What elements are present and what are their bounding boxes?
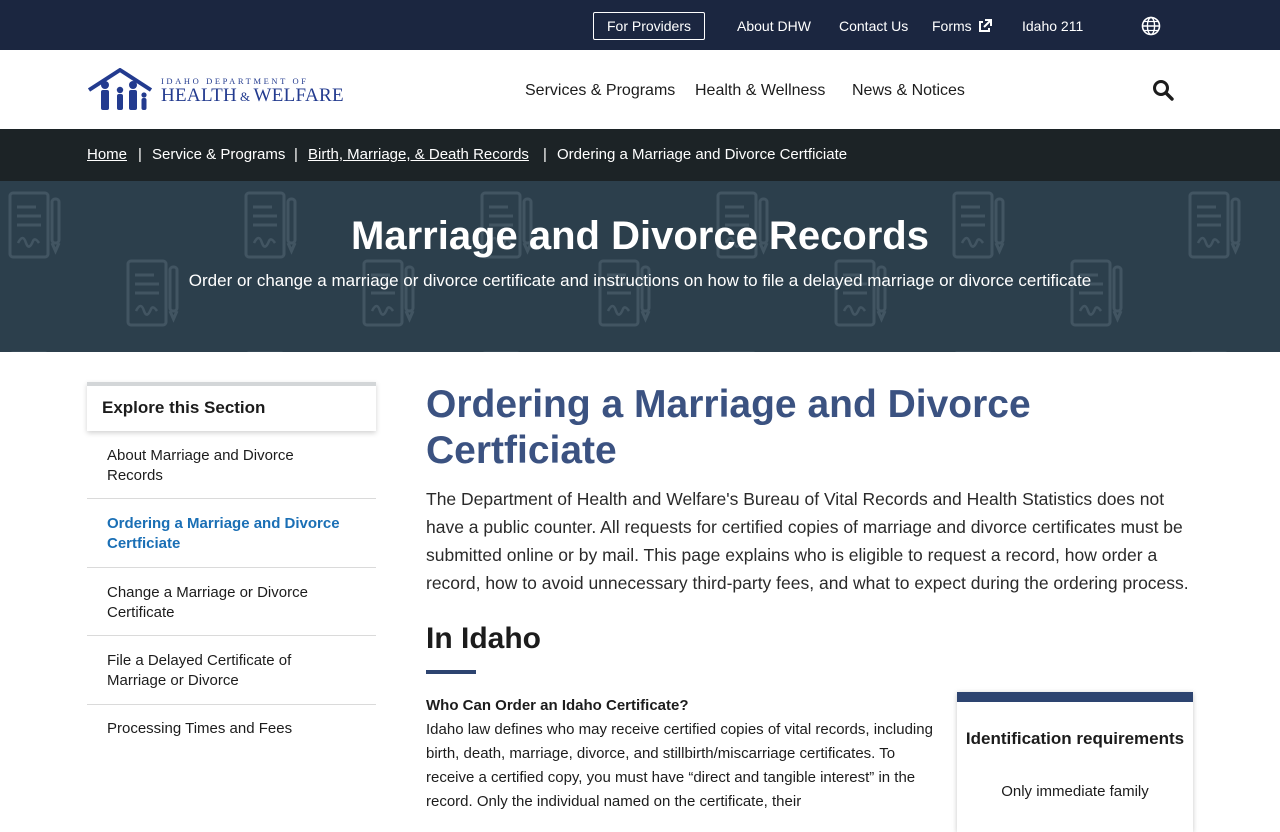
- forms-link[interactable]: Forms: [932, 16, 992, 36]
- document-pattern-icon: [1190, 351, 1228, 352]
- breadcrumb-separator: |: [138, 146, 142, 163]
- sidebar-item-about[interactable]: About Marriage and Divorce Records: [87, 431, 376, 499]
- idaho-211-link[interactable]: Idaho 211: [1022, 16, 1083, 36]
- globe-icon[interactable]: [1141, 16, 1161, 36]
- breadcrumb-current: Ordering a Marriage and Divorce Certfici…: [557, 146, 848, 163]
- sidebar-item-label: About Marriage and Divorce Records: [107, 447, 294, 484]
- callout-text: Only immediate family: [1001, 783, 1149, 800]
- document-pattern-icon: [718, 351, 756, 352]
- logo-welfare: WELFARE: [253, 85, 344, 106]
- document-pattern-icon: [246, 351, 284, 352]
- sidebar-item-delayed[interactable]: File a Delayed Certificate of Marriage o…: [87, 636, 376, 705]
- logo-ampersand: &: [240, 89, 251, 104]
- page-title: Ordering a Marriage and Divorce Certfici…: [426, 383, 1031, 472]
- subheading-who-can-order: Who Can Order an Idaho Certificate?: [426, 697, 689, 714]
- nav-services-programs[interactable]: Services & Programs: [525, 81, 675, 101]
- sidebar-heading-text: Explore this Section: [102, 398, 266, 417]
- sidebar-heading: Explore this Section: [87, 382, 376, 431]
- nav-health-wellness[interactable]: Health & Wellness: [695, 81, 825, 101]
- sidebar-item-label: Change a Marriage or Divorce Certificate: [107, 584, 308, 621]
- section-title: In Idaho: [426, 622, 541, 655]
- external-link-icon: [978, 19, 992, 32]
- document-pattern-icon: [10, 351, 48, 352]
- logo-health: HEALTH: [161, 85, 238, 106]
- document-pattern-icon: [954, 351, 992, 352]
- site-header: IDAHO DEPARTMENT OF HEALTH & WELFARE Servi…: [0, 50, 1280, 129]
- breadcrumb: Home | Service & Programs | Birth, Marri…: [0, 129, 1280, 181]
- about-dhw-link[interactable]: About DHW: [737, 16, 811, 36]
- identification-callout: Identification requirements Only immedia…: [957, 692, 1193, 832]
- sidebar-item-change[interactable]: Change a Marriage or Divorce Certificate: [87, 568, 376, 636]
- family-logo-icon: [87, 68, 153, 110]
- section-title-underline: [426, 670, 476, 674]
- breadcrumb-home[interactable]: Home: [87, 145, 127, 165]
- breadcrumb-records[interactable]: Birth, Marriage, & Death Records: [308, 145, 529, 165]
- hero-subtitle: Order or change a marriage or divorce ce…: [188, 271, 1092, 290]
- breadcrumb-services: Service & Programs: [152, 146, 286, 163]
- search-icon[interactable]: [1152, 79, 1174, 101]
- for-providers-button[interactable]: For Providers: [593, 12, 705, 40]
- nav-news-notices[interactable]: News & Notices: [852, 81, 965, 101]
- sidebar-item-label: File a Delayed Certificate of Marriage o…: [107, 652, 292, 689]
- sidebar-item-label: Processing Times and Fees: [107, 720, 293, 737]
- forms-link-label: Forms: [932, 18, 972, 34]
- hero-title: Marriage and Divorce Records: [351, 214, 929, 258]
- dhw-logo[interactable]: IDAHO DEPARTMENT OF HEALTH & WELFARE: [87, 68, 357, 112]
- intro-paragraph: The Department of Health and Welfare's B…: [426, 489, 1189, 593]
- hero-banner: Marriage and Divorce Records Order or ch…: [0, 181, 1280, 352]
- utility-bar: For Providers About DHW Contact Us Forms…: [0, 0, 1280, 50]
- sidebar-item-ordering[interactable]: Ordering a Marriage and Divorce Certfici…: [87, 499, 376, 568]
- document-pattern-icon: [482, 351, 520, 352]
- logo-name-text: HEALTH & WELFARE: [161, 85, 344, 107]
- breadcrumb-separator: |: [294, 146, 298, 163]
- callout-title: Identification requirements: [965, 729, 1185, 748]
- sidebar-item-processing[interactable]: Processing Times and Fees: [87, 705, 376, 773]
- breadcrumb-separator: |: [543, 146, 547, 163]
- contact-us-link[interactable]: Contact Us: [839, 16, 908, 36]
- sidebar-item-label: Ordering a Marriage and Divorce Certfici…: [107, 515, 340, 552]
